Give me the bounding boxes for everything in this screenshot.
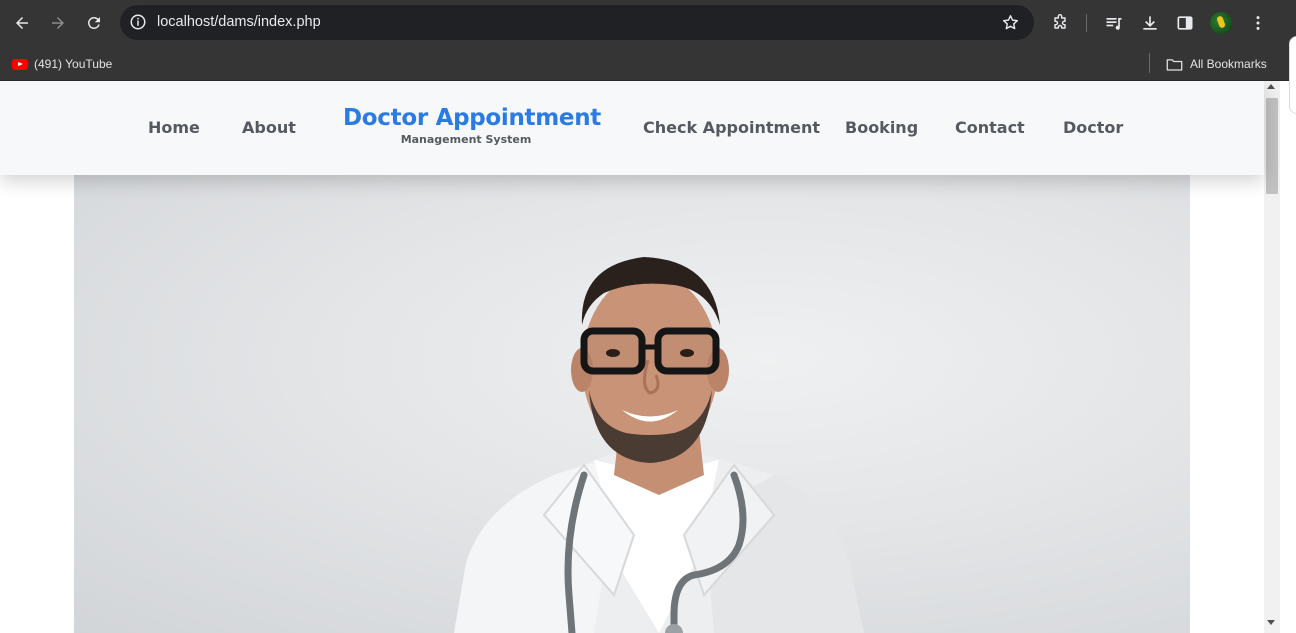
scrollbar-thumb[interactable]: [1266, 98, 1278, 194]
address-bar[interactable]: localhost/dams/index.php: [120, 5, 1034, 40]
all-bookmarks-button[interactable]: All Bookmarks: [1166, 54, 1267, 74]
page-viewport: Home About Doctor Appointment Management…: [0, 81, 1280, 633]
url-path: /dams/index.php: [214, 14, 321, 30]
url-text[interactable]: localhost/dams/index.php: [157, 5, 321, 40]
youtube-icon: [12, 58, 28, 70]
hero-image: [74, 175, 1190, 633]
window-edge-card: [1289, 36, 1296, 114]
scroll-up-arrow-icon[interactable]: [1267, 84, 1275, 89]
reload-button[interactable]: [81, 10, 107, 36]
site-brand[interactable]: Doctor Appointment Management System: [343, 103, 601, 147]
download-icon: [1143, 16, 1157, 30]
bookmark-label: (491) YouTube: [34, 57, 113, 71]
brand-title: Doctor Appointment: [343, 105, 601, 131]
toolbar-separator: [1086, 14, 1087, 32]
site-info-icon[interactable]: [129, 13, 147, 31]
url-host: localhost: [157, 14, 215, 30]
nav-check-appointment[interactable]: Check Appointment: [643, 81, 820, 175]
downloads-button[interactable]: [1139, 12, 1161, 34]
media-controls-button[interactable]: [1103, 12, 1125, 34]
arrow-left-icon: [16, 17, 28, 29]
bookmark-youtube[interactable]: (491) YouTube: [12, 54, 112, 74]
extensions-button[interactable]: [1049, 12, 1071, 34]
bookmarks-separator: [1149, 53, 1150, 73]
bookmarks-bar: (491) YouTube All Bookmarks: [0, 46, 1296, 81]
site-header: Home About Doctor Appointment Management…: [0, 81, 1264, 175]
doctor-portrait-illustration: [454, 257, 864, 633]
folder-icon: [1166, 58, 1183, 71]
scroll-down-arrow-icon[interactable]: [1267, 620, 1275, 625]
arrow-right-icon: [52, 17, 64, 29]
nav-contact[interactable]: Contact: [955, 81, 1025, 175]
browser-menu-button[interactable]: [1247, 12, 1269, 34]
nav-about[interactable]: About: [242, 81, 296, 175]
nav-booking[interactable]: Booking: [845, 81, 918, 175]
side-panel-button[interactable]: [1174, 12, 1196, 34]
puzzle-icon: [1054, 14, 1066, 29]
profile-avatar[interactable]: [1210, 12, 1232, 34]
back-button[interactable]: [9, 10, 35, 36]
playlist-icon: [1106, 18, 1122, 30]
forward-button[interactable]: [45, 10, 71, 36]
nav-doctor[interactable]: Doctor: [1063, 81, 1123, 175]
all-bookmarks-label: All Bookmarks: [1190, 57, 1267, 71]
window-edge: [1280, 81, 1296, 633]
brand-subtitle: Management System: [400, 133, 532, 146]
bookmark-star-icon[interactable]: [1001, 13, 1020, 32]
browser-toolbar: localhost/dams/index.php: [0, 0, 1296, 46]
kebab-menu-icon: [1256, 16, 1260, 30]
reload-icon: [87, 16, 100, 29]
nav-home[interactable]: Home: [148, 81, 200, 175]
side-panel-icon: [1177, 16, 1193, 30]
